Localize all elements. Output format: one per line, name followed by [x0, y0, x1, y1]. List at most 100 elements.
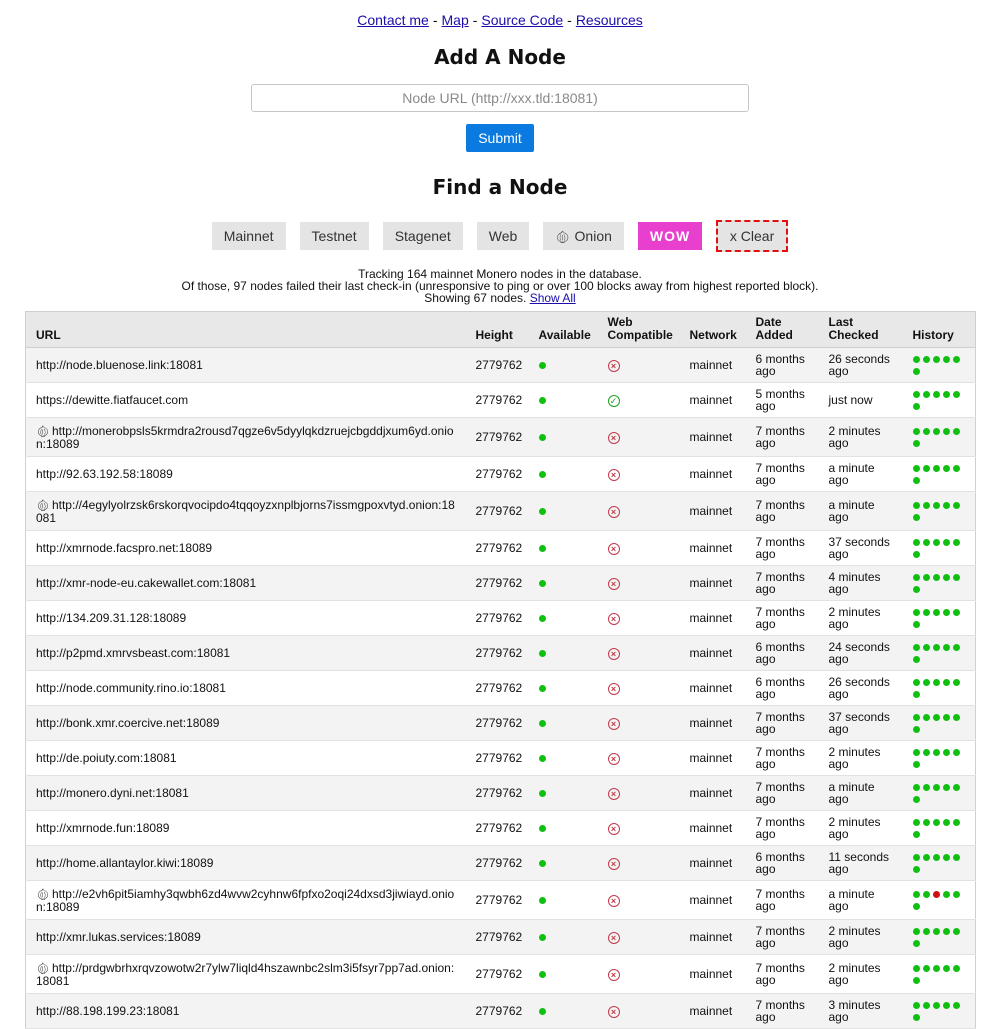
history-status-icon: [952, 854, 960, 862]
network-column-header[interactable]: Network: [679, 311, 746, 348]
history-status-icon: [922, 679, 930, 687]
web-filter-button[interactable]: Web: [476, 222, 530, 250]
node-date-added: 7 months ago: [745, 565, 819, 601]
map-link[interactable]: Map: [442, 12, 469, 28]
available-cell: [528, 347, 598, 383]
node-url: http://p2pmd.xmrvsbeast.com:18081: [36, 646, 231, 660]
history-status-icon: [922, 574, 930, 582]
node-network: mainnet: [679, 993, 746, 1029]
history-status-icon: [942, 891, 950, 899]
history-status-icon: [912, 977, 920, 985]
node-url-cell: 🧅︎ http://prdgwbrhxrqvzowotw2r7ylw7liqld4…: [25, 954, 466, 994]
history-status-icon: [912, 1014, 920, 1022]
available-status-icon: [538, 471, 546, 479]
history-cell: [902, 347, 976, 383]
history-cell: [902, 600, 976, 636]
node-url: http://node.bluenose.link:18081: [36, 358, 203, 372]
contact-link[interactable]: Contact me: [357, 12, 429, 28]
history-status-icon: [912, 903, 920, 911]
history-status-icon: [952, 428, 960, 436]
history-status-icon: [952, 644, 960, 652]
web-compatible-column-header[interactable]: Web Compatible: [597, 311, 680, 348]
url-column-header[interactable]: URL: [25, 311, 466, 348]
onion-filter-button[interactable]: 🧅︎ Onion: [543, 222, 624, 250]
x-circle-icon: ×: [607, 717, 620, 730]
available-status-icon: [538, 790, 546, 798]
mainnet-filter-button[interactable]: Mainnet: [211, 222, 286, 250]
history-status-icon: [912, 368, 920, 376]
add-node-form: Submit: [0, 84, 1000, 152]
table-row: http://node.community.rino.io:18081 27797…: [25, 670, 976, 706]
table-header-row: URL Height Available Web Compatible Netw…: [25, 311, 976, 348]
history-status-icon: [932, 1002, 940, 1010]
history-status-icon: [912, 928, 920, 936]
available-cell: [528, 919, 598, 955]
history-status-icon: [922, 928, 930, 936]
node-network: mainnet: [679, 382, 746, 418]
history-cell: [902, 954, 976, 994]
node-last-checked: 24 seconds ago: [818, 635, 903, 671]
submit-button[interactable]: Submit: [466, 124, 534, 152]
node-network: mainnet: [679, 456, 746, 492]
history-status-icon: [932, 465, 940, 473]
web-compatible-cell: ×: [597, 456, 680, 492]
height-column-header[interactable]: Height: [465, 311, 529, 348]
available-status-icon: [538, 508, 546, 516]
node-network: mainnet: [679, 635, 746, 671]
wow-filter-button[interactable]: WOW: [637, 222, 702, 250]
node-url: http://92.63.192.58:18089: [36, 467, 173, 481]
node-last-checked: 11 seconds ago: [818, 845, 903, 881]
node-url-cell: http://xmr-node-eu.cakewallet.com:18081: [25, 565, 466, 601]
available-column-header[interactable]: Available: [528, 311, 598, 348]
node-last-checked: 3 minutes ago: [818, 993, 903, 1029]
history-status-icon: [952, 465, 960, 473]
history-status-icon: [912, 514, 920, 522]
history-status-icon: [922, 819, 930, 827]
history-status-icon: [942, 1002, 950, 1010]
history-status-icon: [922, 854, 930, 862]
available-cell: [528, 993, 598, 1029]
table-row: https://dewitte.fiatfaucet.com 2779762 ✓ ma…: [25, 382, 976, 418]
node-network: mainnet: [679, 417, 746, 457]
history-status-icon: [912, 679, 920, 687]
available-cell: [528, 530, 598, 566]
show-all-link[interactable]: Show All: [530, 291, 576, 305]
node-height: 2779762: [465, 954, 529, 994]
node-url: http://xmr-node-eu.cakewallet.com:18081: [36, 576, 257, 590]
history-status-icon: [942, 391, 950, 399]
history-status-icon: [912, 586, 920, 594]
history-status-icon: [942, 679, 950, 687]
node-date-added: 7 months ago: [745, 456, 819, 492]
node-height: 2779762: [465, 347, 529, 383]
node-url: http://node.community.rino.io:18081: [36, 681, 226, 695]
source-code-link[interactable]: Source Code: [481, 12, 563, 28]
x-circle-icon: ×: [607, 894, 620, 907]
available-status-icon: [538, 825, 546, 833]
history-status-icon: [932, 356, 940, 364]
node-url-cell: http://88.198.199.23:18081: [25, 993, 466, 1029]
history-cell: [902, 382, 976, 418]
node-url-input[interactable]: [251, 84, 749, 112]
last-checked-column-header[interactable]: Last Checked: [818, 311, 903, 348]
clear-filter-button[interactable]: x Clear: [715, 220, 789, 252]
available-status-icon: [538, 720, 546, 728]
node-date-added: 6 months ago: [745, 670, 819, 706]
node-network: mainnet: [679, 810, 746, 846]
testnet-filter-button[interactable]: Testnet: [299, 222, 369, 250]
resources-link[interactable]: Resources: [576, 12, 643, 28]
table-row: http://node.bluenose.link:18081 2779762 × m…: [25, 347, 976, 383]
web-compatible-cell: ×: [597, 810, 680, 846]
history-cell: [902, 456, 976, 492]
check-circle-icon: ✓: [607, 394, 620, 407]
history-column-header[interactable]: History: [902, 311, 976, 348]
node-network: mainnet: [679, 530, 746, 566]
date-added-column-header[interactable]: Date Added: [745, 311, 819, 348]
history-cell: [902, 740, 976, 776]
history-cell: [902, 670, 976, 706]
node-url: http://home.allantaylor.kiwi:18089: [36, 856, 214, 870]
stagenet-filter-button[interactable]: Stagenet: [382, 222, 463, 250]
history-status-icon: [912, 656, 920, 664]
history-status-icon: [942, 465, 950, 473]
history-status-icon: [922, 644, 930, 652]
node-height: 2779762: [465, 600, 529, 636]
